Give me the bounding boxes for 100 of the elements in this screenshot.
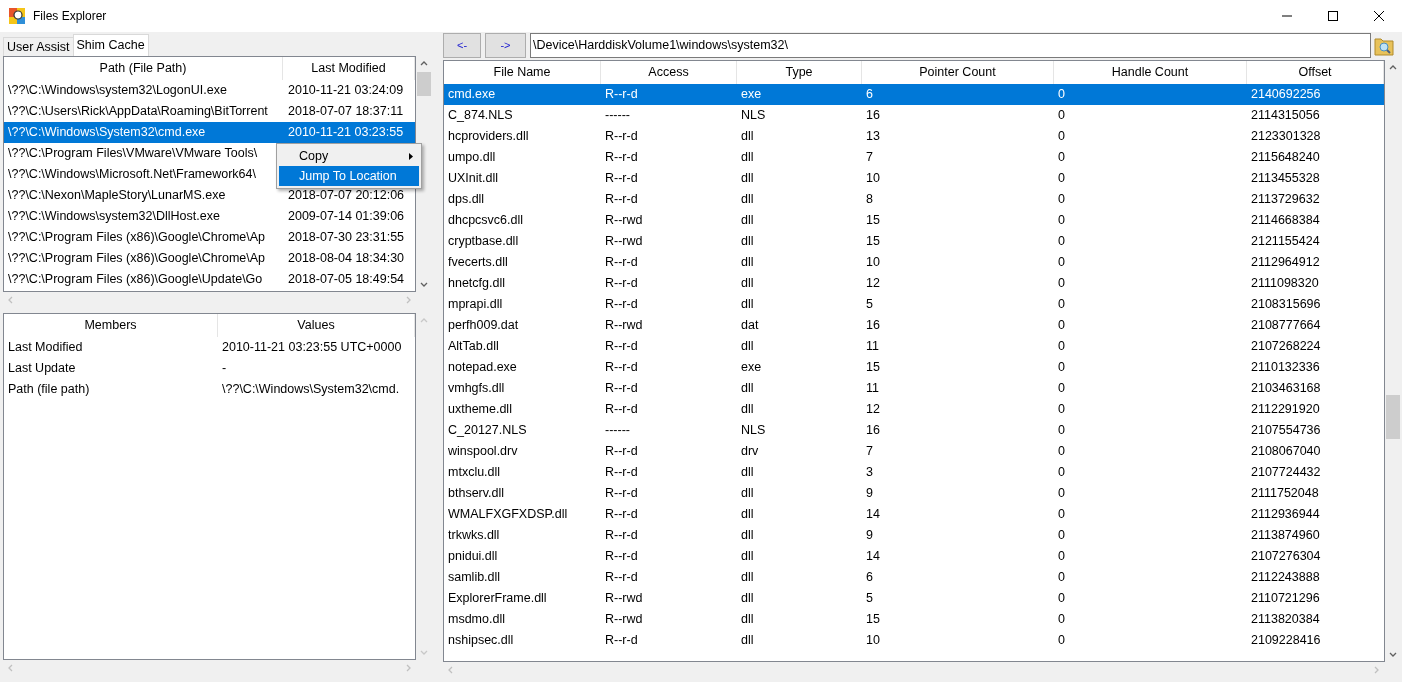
table-row[interactable]: \??\C:\Windows\system32\DllHost.exe 2009-07-14 01:39:06: [4, 206, 415, 227]
table-row[interactable]: \??\C:\Users\Rick\AppData\Roaming\BitTorrent 2018-07-07 18:37:11: [4, 101, 415, 122]
column-header[interactable]: Path (File Path): [4, 57, 283, 80]
table-row[interactable]: fvecerts.dll R--r-d dll 10 0 2112964912: [444, 252, 1384, 273]
scroll-left-icon[interactable]: [447, 665, 453, 674]
table-row[interactable]: cmd.exe R--r-d exe 6 0 2140692256: [444, 84, 1384, 105]
tab[interactable]: User Assist: [3, 37, 73, 56]
table-cell-text: 0: [1057, 359, 1066, 377]
table-cell-text: 0: [1057, 527, 1066, 545]
menu-item[interactable]: Copy: [279, 146, 419, 166]
table-cell-text: dll: [740, 149, 755, 167]
table-cell-text: 11: [865, 380, 880, 398]
table-cell-text: cmd.exe: [447, 86, 497, 104]
table-row[interactable]: \??\C:\Program Files (x86)\Google\Chrome\Ap 2018-07-30 23:31:55: [4, 227, 415, 248]
column-header[interactable]: Members: [4, 314, 218, 337]
table-cell-text: -: [221, 360, 227, 378]
table-cell-text: 2018-07-30 23:31:55: [287, 229, 405, 247]
scroll-right-icon[interactable]: [406, 664, 412, 672]
table-row[interactable]: uxtheme.dll R--r-d dll 12 0 2112291920: [444, 399, 1384, 420]
path-field[interactable]: \Device\HarddiskVolume1\windows\system32\: [530, 33, 1371, 58]
table-cell-text: 2112964912: [1250, 254, 1321, 272]
table-row[interactable]: UXInit.dll R--r-d dll 10 0 2113455328: [444, 168, 1384, 189]
close-icon[interactable]: [1374, 11, 1384, 21]
scroll-right-icon[interactable]: [406, 296, 412, 304]
table-cell-text: \??\C:\Nexon\MapleStory\LunarMS.exe: [7, 187, 227, 205]
table-cell-text: 0: [1057, 422, 1066, 440]
scroll-left-icon[interactable]: [7, 664, 13, 672]
table-row[interactable]: C_20127.NLS ------ NLS 16 0 2107554736: [444, 420, 1384, 441]
table-cell-text: R--rwd: [604, 233, 644, 251]
table-row[interactable]: AltTab.dll R--r-d dll 11 0 2107268224: [444, 336, 1384, 357]
table-cell-text: 0: [1057, 485, 1066, 503]
column-header[interactable]: Last Modified: [283, 57, 415, 80]
table-row[interactable]: trkwks.dll R--r-d dll 9 0 2113874960: [444, 525, 1384, 546]
scroll-up-icon[interactable]: [420, 60, 428, 66]
table-row[interactable]: samlib.dll R--r-d dll 6 0 2112243888: [444, 567, 1384, 588]
table-cell-text: \??\C:\Program Files (x86)\Google\Update\Go: [7, 271, 264, 289]
app-icon: [9, 8, 25, 24]
table-cell-text: 2018-08-04 18:34:30: [287, 250, 405, 268]
table-cell-text: 2018-07-07 18:37:11: [287, 103, 404, 121]
scrollbar-thumb[interactable]: [1385, 395, 1400, 439]
table-row[interactable]: mtxclu.dll R--r-d dll 3 0 2107724432: [444, 462, 1384, 483]
table-row[interactable]: \??\C:\Windows\System32\cmd.exe 2010-11-21 03:23:55: [4, 122, 415, 143]
table-cell-text: fvecerts.dll: [447, 254, 509, 272]
scroll-up-icon[interactable]: [1388, 64, 1397, 70]
table-cell-text: dps.dll: [447, 191, 486, 209]
table-cell-text: dll: [740, 506, 755, 524]
table-row[interactable]: \??\C:\Windows\system32\LogonUI.exe 2010-11-21 03:24:09: [4, 80, 415, 101]
menu-item-label: Jump To Location: [299, 167, 397, 185]
back-button[interactable]: <-: [443, 33, 481, 58]
table-cell-text: R--rwd: [604, 611, 644, 629]
scroll-down-icon[interactable]: [1388, 652, 1397, 658]
table-row[interactable]: nshipsec.dll R--r-d dll 10 0 2109228416: [444, 630, 1384, 651]
table-row[interactable]: winspool.drv R--r-d drv 7 0 2108067040: [444, 441, 1384, 462]
scroll-down-icon[interactable]: [420, 282, 428, 288]
scrollbar-thumb[interactable]: [417, 72, 431, 96]
table-cell-text: dll: [740, 527, 755, 545]
table-cell-text: dll: [740, 590, 755, 608]
menu-item[interactable]: Jump To Location: [279, 166, 419, 186]
table-cell-text: 6: [865, 569, 874, 587]
table-row[interactable]: dhcpcsvc6.dll R--rwd dll 15 0 2114668384: [444, 210, 1384, 231]
table-row[interactable]: \??\C:\Program Files (x86)\Google\Update\Go 2018-07-05 18:49:54: [4, 269, 415, 290]
table-row[interactable]: hcproviders.dll R--r-d dll 13 0 2123301328: [444, 126, 1384, 147]
table-row[interactable]: notepad.exe R--r-d exe 15 0 2110132336: [444, 357, 1384, 378]
table-cell-text: dll: [740, 254, 755, 272]
table-row[interactable]: WMALFXGFXDSP.dll R--r-d dll 14 0 2112936944: [444, 504, 1384, 525]
forward-button[interactable]: ->: [485, 33, 526, 58]
table-cell-text: drv: [740, 443, 760, 461]
table-row[interactable]: vmhgfs.dll R--r-d dll 11 0 2103463168: [444, 378, 1384, 399]
tab[interactable]: Shim Cache: [72, 34, 149, 56]
table-cell-text: R--r-d: [604, 380, 639, 398]
table-row[interactable]: mprapi.dll R--r-d dll 5 0 2108315696: [444, 294, 1384, 315]
table-row[interactable]: ExplorerFrame.dll R--rwd dll 5 0 2110721296: [444, 588, 1384, 609]
table-row[interactable]: pnidui.dll R--r-d dll 14 0 2107276304: [444, 546, 1384, 567]
table-row[interactable]: cryptbase.dll R--rwd dll 15 0 2121155424: [444, 231, 1384, 252]
table-cell-text: bthserv.dll: [447, 485, 506, 503]
table-row[interactable]: msdmo.dll R--rwd dll 15 0 2113820384: [444, 609, 1384, 630]
table-row[interactable]: \??\C:\Program Files (x86)\Google\Chrome\Ap 2018-08-04 18:34:30: [4, 248, 415, 269]
table-cell-text: mtxclu.dll: [447, 464, 502, 482]
table-cell-text: \??\C:\Windows\system32\LogonUI.exe: [7, 82, 228, 100]
table-cell-text: R--r-d: [604, 485, 639, 503]
maximize-icon[interactable]: [1328, 11, 1338, 21]
scroll-left-icon[interactable]: [7, 296, 13, 304]
table-row[interactable]: umpo.dll R--r-d dll 7 0 2115648240: [444, 147, 1384, 168]
table-cell-text: 0: [1057, 464, 1066, 482]
table-cell-text: dll: [740, 632, 755, 650]
table-row[interactable]: \??\C:\Nexon\MapleStory\LunarMS.exe 2018-07-07 20:12:06: [4, 185, 415, 206]
table-cell-text: hnetcfg.dll: [447, 275, 506, 293]
table-row[interactable]: dps.dll R--r-d dll 8 0 2113729632: [444, 189, 1384, 210]
table-cell-text: dll: [740, 212, 755, 230]
table-cell-text: 2113455328: [1250, 170, 1321, 188]
table-cell-text: vmhgfs.dll: [447, 380, 506, 398]
table-cell-text: 2109228416: [1250, 632, 1322, 650]
table-row[interactable]: hnetcfg.dll R--r-d dll 12 0 2111098320: [444, 273, 1384, 294]
scroll-right-icon[interactable]: [1374, 665, 1380, 674]
table-row[interactable]: bthserv.dll R--r-d dll 9 0 2111752048: [444, 483, 1384, 504]
table-cell-text: uxtheme.dll: [447, 401, 513, 419]
table-cell-text: 15: [865, 359, 881, 377]
table-row[interactable]: perfh009.dat R--rwd dat 16 0 2108777664: [444, 315, 1384, 336]
table-row[interactable]: C_874.NLS ------ NLS 16 0 2114315056: [444, 105, 1384, 126]
column-header[interactable]: Values: [218, 314, 415, 337]
